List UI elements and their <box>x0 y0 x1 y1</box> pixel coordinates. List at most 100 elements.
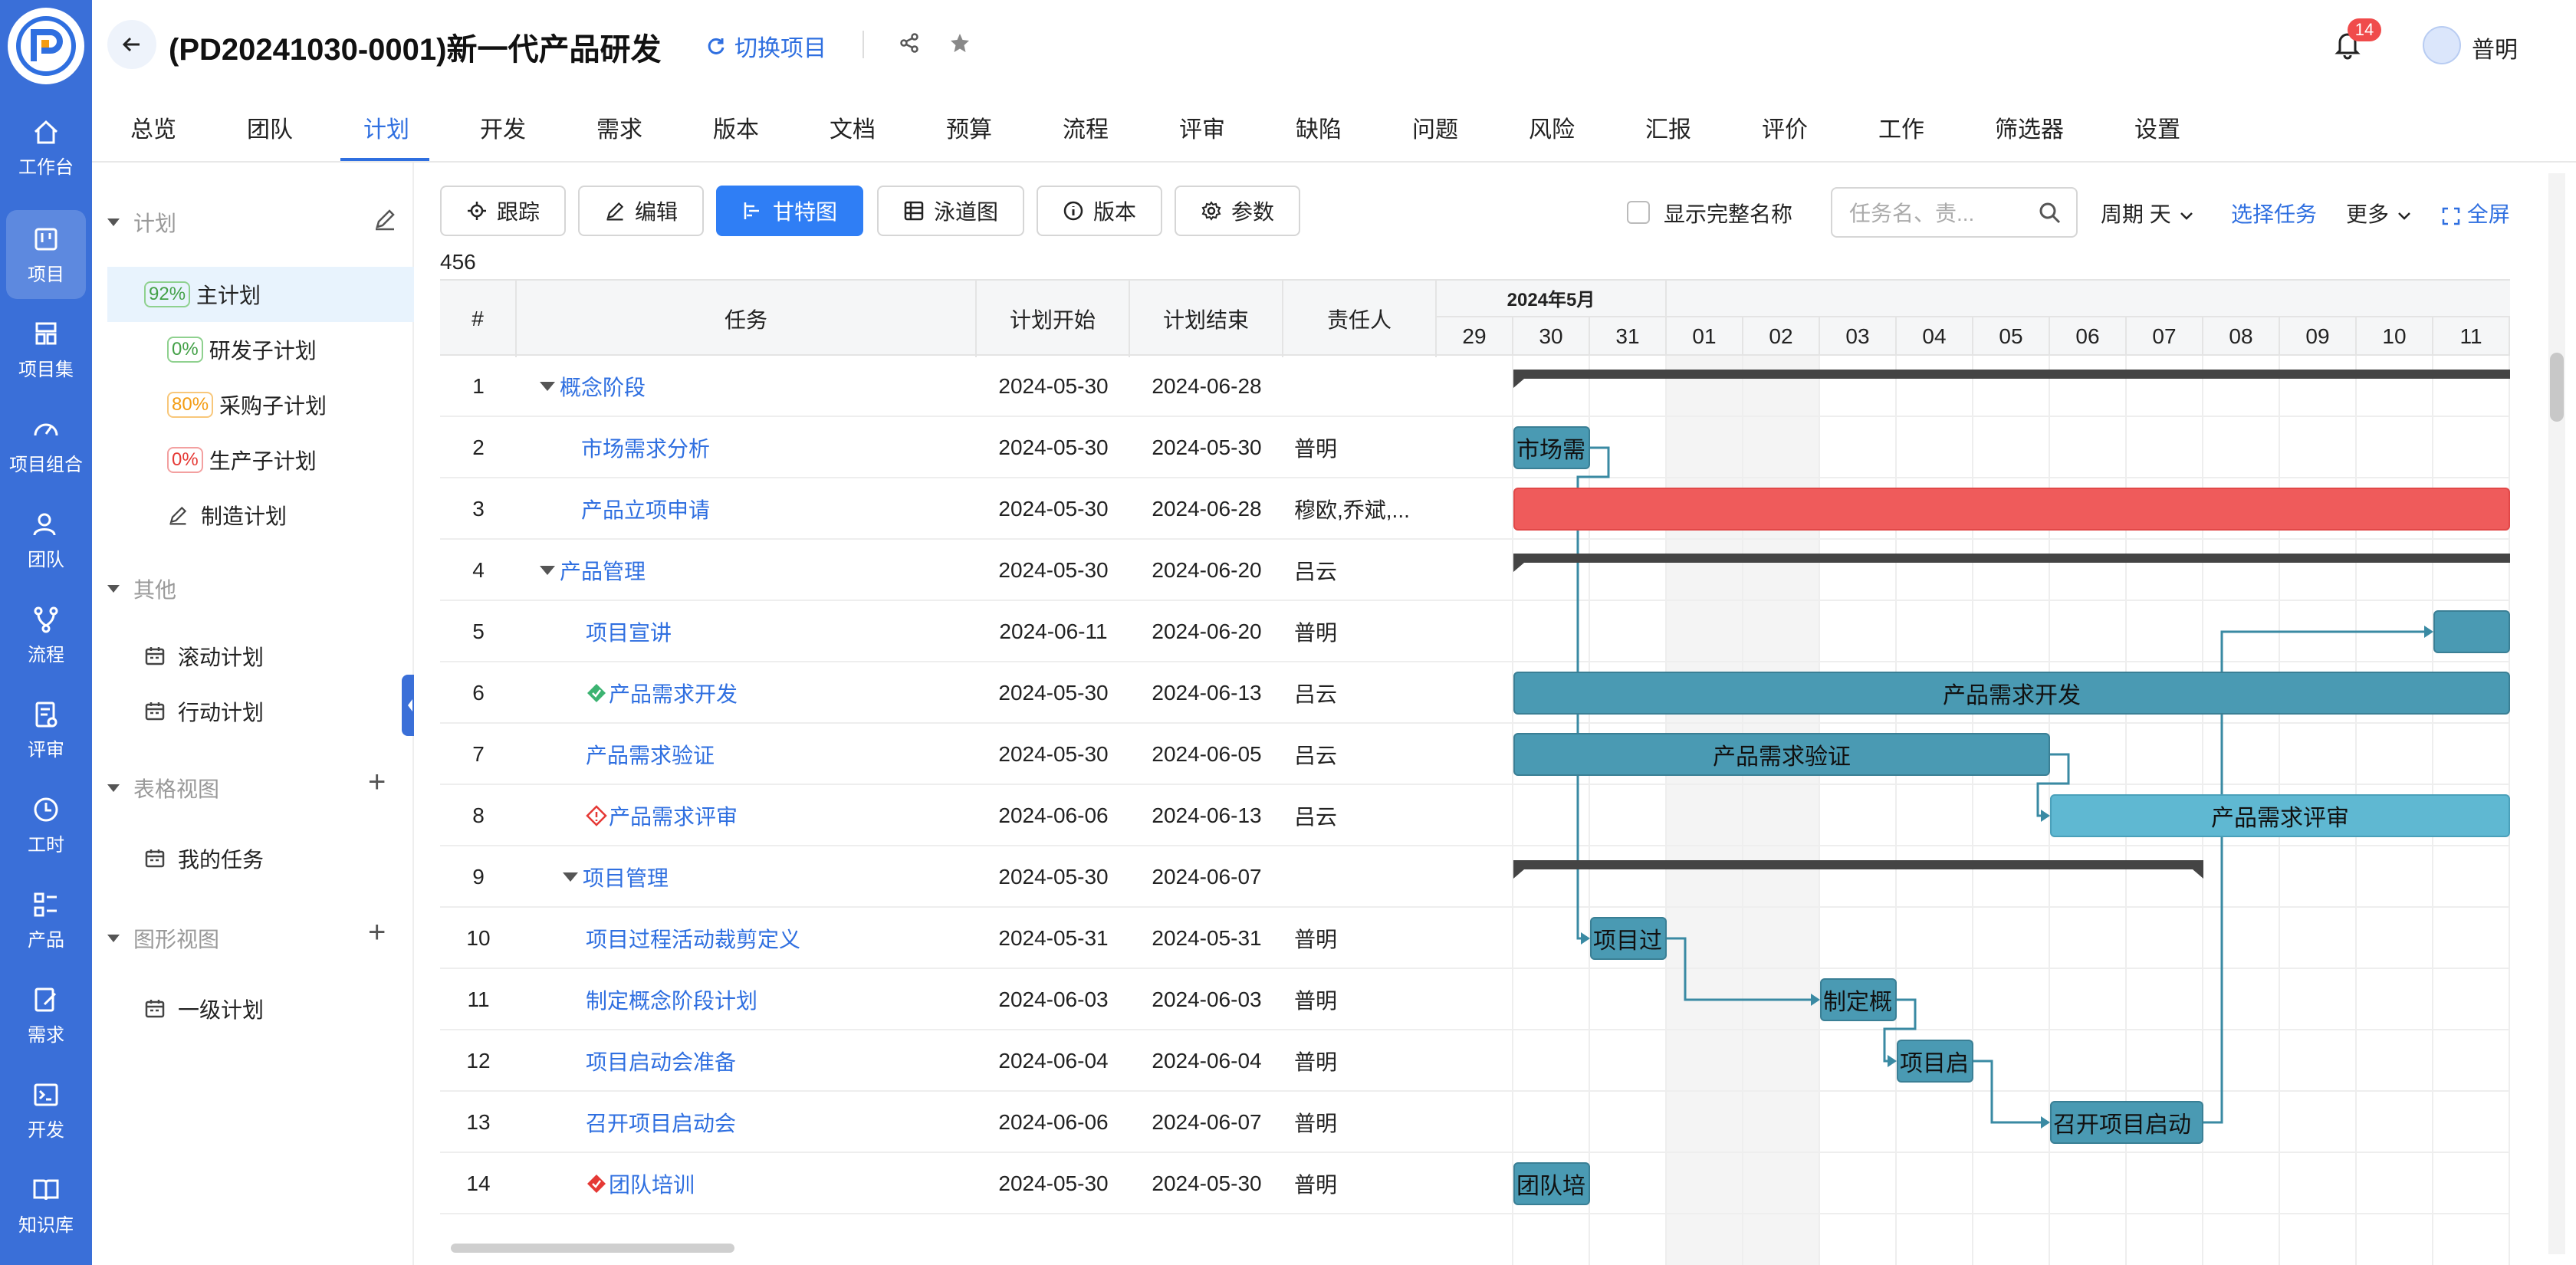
owner-cell[interactable]: 普明 <box>1283 1153 1437 1214</box>
table-row[interactable]: 5 项目宣讲 2024-06-11 2024-06-20 普明 <box>440 601 1437 662</box>
task-cell[interactable]: 项目管理 <box>563 846 992 908</box>
start-date-cell[interactable]: 2024-05-30 <box>977 478 1130 540</box>
user-name[interactable]: 普明 <box>2472 31 2518 64</box>
task-bar[interactable]: 制定概 <box>1820 978 1897 1021</box>
rail-item-requirement[interactable]: 需求 <box>0 971 92 1060</box>
task-cell[interactable]: 产品需求验证 <box>586 724 1015 785</box>
owner-cell[interactable]: 穆欧,乔斌,... <box>1283 478 1437 540</box>
tab-evaluation[interactable]: 评价 <box>1762 110 1808 144</box>
tab-filter[interactable]: 筛选器 <box>1995 110 2064 144</box>
owner-cell[interactable]: 普明 <box>1283 908 1437 969</box>
end-date-cell[interactable]: 2024-06-13 <box>1130 785 1283 846</box>
rail-item-team[interactable]: 团队 <box>0 495 92 584</box>
rail-item-timesheet[interactable]: 工时 <box>0 780 92 869</box>
task-bar[interactable]: 产品需求验证 <box>1513 733 2050 776</box>
tree-item-rd-subplan[interactable]: 0% 研发子计划 <box>107 322 414 377</box>
caret-down-icon[interactable] <box>540 382 555 391</box>
task-name[interactable]: 项目过程活动裁剪定义 <box>586 923 800 954</box>
tab-work[interactable]: 工作 <box>1878 110 1924 144</box>
tab-issue[interactable]: 问题 <box>1412 110 1458 144</box>
app-logo[interactable] <box>8 8 84 84</box>
tree-item-rolling-plan[interactable]: 滚动计划 <box>107 629 414 684</box>
tab-document[interactable]: 文档 <box>830 110 876 144</box>
owner-cell[interactable] <box>1283 356 1437 417</box>
task-cell[interactable]: 市场需求分析 <box>581 417 1010 478</box>
start-date-cell[interactable]: 2024-05-31 <box>977 908 1130 969</box>
task-name[interactable]: 产品需求开发 <box>609 678 738 708</box>
end-date-cell[interactable]: 2024-06-04 <box>1130 1030 1283 1092</box>
switch-project-button[interactable]: 切换项目 <box>705 29 826 63</box>
add-graph-view-button[interactable]: + <box>368 915 386 950</box>
rail-item-develop[interactable]: 开发 <box>0 1066 92 1155</box>
table-row[interactable]: 2 市场需求分析 2024-05-30 2024-05-30 普明 <box>440 417 1437 478</box>
fullscreen-button[interactable]: 全屏 <box>2441 198 2510 228</box>
start-date-cell[interactable]: 2024-06-11 <box>977 601 1130 662</box>
task-cell[interactable]: 产品需求开发 <box>586 662 1015 724</box>
start-date-cell[interactable]: 2024-06-06 <box>977 1092 1130 1153</box>
gantt-button[interactable]: 甘特图 <box>716 186 863 236</box>
swimlane-button[interactable]: 泳道图 <box>877 186 1024 236</box>
table-row[interactable]: 12 项目启动会准备 2024-06-04 2024-06-04 普明 <box>440 1030 1437 1092</box>
owner-cell[interactable] <box>1283 846 1437 908</box>
owner-cell[interactable]: 普明 <box>1283 601 1437 662</box>
end-date-cell[interactable]: 2024-06-20 <box>1130 540 1283 601</box>
task-name[interactable]: 概念阶段 <box>560 371 646 402</box>
task-bar[interactable]: 召开项目启动 <box>2050 1101 2203 1144</box>
tree-item-manufacturing-plan[interactable]: 制造计划 <box>107 488 414 543</box>
tab-defect[interactable]: 缺陷 <box>1296 110 1342 144</box>
task-name[interactable]: 产品需求评审 <box>609 800 738 831</box>
owner-cell[interactable]: 吕云 <box>1283 662 1437 724</box>
table-row[interactable]: 9 项目管理 2024-05-30 2024-06-07 <box>440 846 1437 908</box>
end-date-cell[interactable]: 2024-06-20 <box>1130 601 1283 662</box>
tab-version[interactable]: 版本 <box>713 110 759 144</box>
task-name[interactable]: 团队培训 <box>609 1168 695 1199</box>
end-date-cell[interactable]: 2024-05-31 <box>1130 908 1283 969</box>
vertical-scrollbar[interactable] <box>2548 173 2565 1254</box>
task-search-input[interactable]: 任务名、责... <box>1831 187 2078 238</box>
end-date-cell[interactable]: 2024-06-07 <box>1130 846 1283 908</box>
table-row[interactable]: 1 概念阶段 2024-05-30 2024-06-28 <box>440 356 1437 417</box>
table-row[interactable]: 8 产品需求评审 2024-06-06 2024-06-13 吕云 <box>440 785 1437 846</box>
task-name[interactable]: 项目管理 <box>583 862 669 892</box>
table-row[interactable]: 3 产品立项申请 2024-05-30 2024-06-28 穆欧,乔斌,... <box>440 478 1437 540</box>
tab-plan[interactable]: 计划 <box>363 110 409 144</box>
task-cell[interactable]: 项目宣讲 <box>586 601 1015 662</box>
version-button[interactable]: 版本 <box>1037 186 1162 236</box>
task-cell[interactable]: 项目过程活动裁剪定义 <box>586 908 1015 969</box>
task-name[interactable]: 项目宣讲 <box>586 616 672 647</box>
favorite-button[interactable] <box>945 28 975 58</box>
rail-item-flow[interactable]: 流程 <box>0 590 92 679</box>
edit-button[interactable]: 编辑 <box>578 186 704 236</box>
tree-item-main-plan[interactable]: 92% 主计划 <box>107 267 414 322</box>
tree-item-level1-plan[interactable]: 一级计划 <box>107 981 414 1037</box>
task-cell[interactable]: 概念阶段 <box>540 356 969 417</box>
add-table-view-button[interactable]: + <box>368 765 386 800</box>
table-row[interactable]: 14 团队培训 2024-05-30 2024-05-30 普明 <box>440 1153 1437 1214</box>
start-date-cell[interactable]: 2024-05-30 <box>977 540 1130 601</box>
end-date-cell[interactable]: 2024-06-13 <box>1130 662 1283 724</box>
back-button[interactable] <box>107 20 156 69</box>
summary-bar[interactable] <box>1513 554 2510 572</box>
start-date-cell[interactable]: 2024-05-30 <box>977 846 1130 908</box>
col-header-index[interactable]: # <box>440 281 517 357</box>
task-name[interactable]: 产品需求验证 <box>586 739 715 770</box>
task-name[interactable]: 产品立项申请 <box>581 494 710 524</box>
rail-item-workbench[interactable]: 工作台 <box>0 103 92 192</box>
table-row[interactable]: 7 产品需求验证 2024-05-30 2024-06-05 吕云 <box>440 724 1437 785</box>
more-menu[interactable]: 更多 <box>2346 198 2413 228</box>
tree-item-my-tasks[interactable]: 我的任务 <box>107 831 414 886</box>
show-full-name-checkbox[interactable] <box>1627 201 1650 224</box>
owner-cell[interactable]: 吕云 <box>1283 785 1437 846</box>
col-header-owner[interactable]: 责任人 <box>1283 281 1437 357</box>
caret-down-icon[interactable] <box>563 872 578 882</box>
rail-item-knowledge[interactable]: 知识库 <box>0 1161 92 1250</box>
tab-review[interactable]: 评审 <box>1179 110 1225 144</box>
summary-bar[interactable] <box>1513 860 2203 879</box>
start-date-cell[interactable]: 2024-06-06 <box>977 785 1130 846</box>
col-header-start[interactable]: 计划开始 <box>977 281 1130 357</box>
start-date-cell[interactable]: 2024-05-30 <box>977 417 1130 478</box>
end-date-cell[interactable]: 2024-06-07 <box>1130 1092 1283 1153</box>
task-cell[interactable]: 团队培训 <box>586 1153 1015 1214</box>
tree-group-table-view[interactable]: 表格视图 <box>107 773 219 803</box>
task-bar[interactable]: 项目过 <box>1590 917 1667 960</box>
